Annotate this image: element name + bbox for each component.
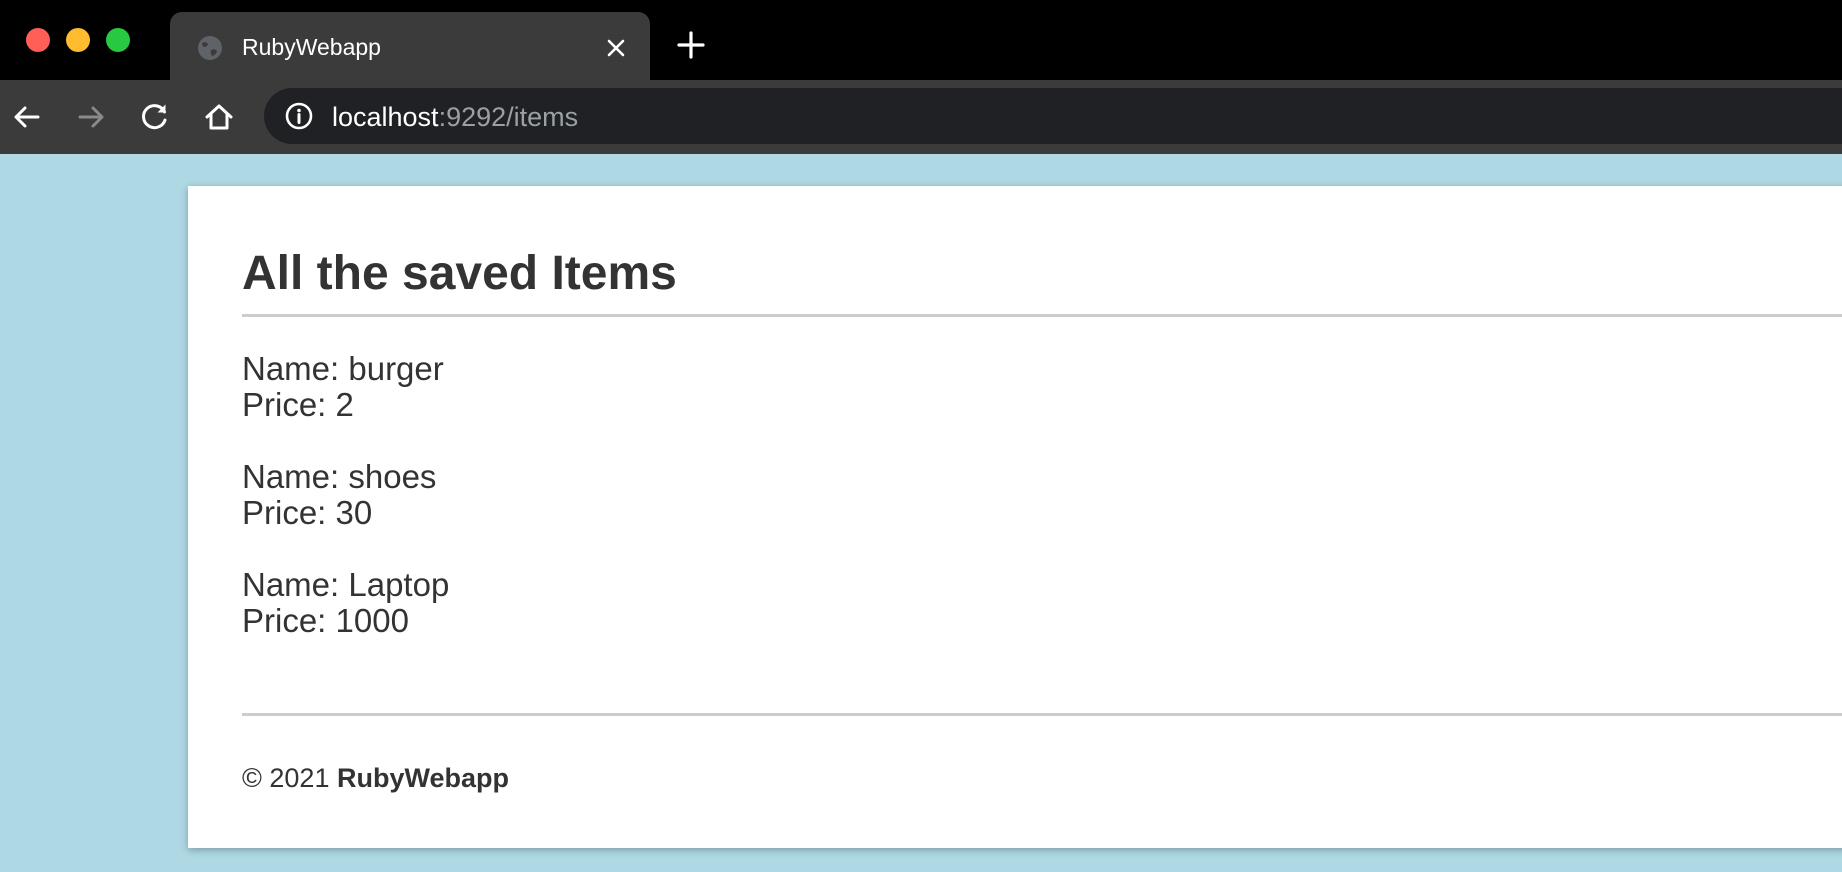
item-name: Name: Laptop xyxy=(242,566,450,603)
content-card: All the saved Items Name: burger Price: … xyxy=(188,186,1842,848)
main-content: All the saved Items Name: burger Price: … xyxy=(242,186,1842,794)
list-item: Name: burger Price: 2 xyxy=(242,351,1842,423)
forward-arrow-icon[interactable] xyxy=(74,100,108,134)
browser-tab-bar: RubyWebapp xyxy=(0,0,1842,80)
footer-brand: RubyWebapp xyxy=(336,763,509,793)
page-footer: © 2021 RubyWebapp xyxy=(242,716,1842,794)
window-maximize-button[interactable] xyxy=(106,28,130,52)
list-item: Name: Laptop Price: 1000 xyxy=(242,567,1842,639)
window-close-button[interactable] xyxy=(26,28,50,52)
url-path: :9292/items xyxy=(438,102,579,132)
page-title: All the saved Items xyxy=(242,247,677,300)
reload-icon[interactable] xyxy=(138,100,172,134)
item-price: Price: 30 xyxy=(242,494,373,531)
footer-copyright: © 2021 xyxy=(242,763,337,793)
home-icon[interactable] xyxy=(202,100,236,134)
window-minimize-button[interactable] xyxy=(66,28,90,52)
browser-tab[interactable]: RubyWebapp xyxy=(170,12,650,80)
tab-title: RubyWebapp xyxy=(242,34,381,60)
address-bar[interactable]: localhost:9292/items xyxy=(264,88,1842,144)
item-name: Name: burger xyxy=(242,350,444,387)
url-host: localhost xyxy=(332,102,439,132)
new-tab-icon[interactable] xyxy=(676,30,706,60)
items-list: Name: burger Price: 2 Name: shoes Price:… xyxy=(242,317,1842,639)
url-text[interactable]: localhost:9292/items xyxy=(332,101,578,133)
back-arrow-icon[interactable] xyxy=(10,100,44,134)
item-price: Price: 1000 xyxy=(242,602,409,639)
globe-icon xyxy=(196,34,224,62)
tab-close-icon[interactable] xyxy=(602,34,630,62)
browser-toolbar: localhost:9292/items xyxy=(0,80,1842,154)
item-name: Name: shoes xyxy=(242,458,437,495)
item-price: Price: 2 xyxy=(242,386,354,423)
list-item: Name: shoes Price: 30 xyxy=(242,459,1842,531)
info-icon[interactable] xyxy=(284,101,314,131)
